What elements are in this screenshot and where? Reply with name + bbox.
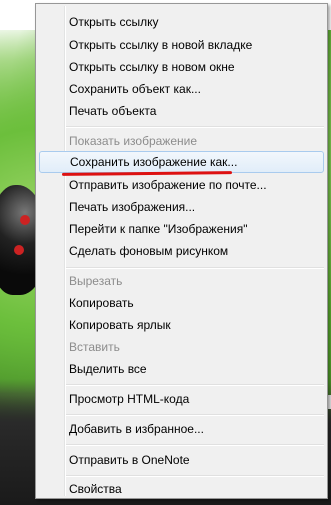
menu-item-copy-shortcut[interactable]: Копировать ярлык xyxy=(39,314,324,336)
menu-item-view-source[interactable]: Просмотр HTML-кода xyxy=(39,388,324,410)
menu-item-save-picture-as[interactable]: Сохранить изображение как... xyxy=(39,151,324,173)
menu-item-show-picture: Показать изображение xyxy=(69,134,198,148)
menu-item-open-link-new-window[interactable]: Открыть ссылку в новом окне xyxy=(39,56,324,78)
menu-separator xyxy=(66,414,324,416)
context-menu: Открыть ссылку Открыть ссылку в новой вк… xyxy=(35,3,328,499)
menu-item-send-to-onenote[interactable]: Отправить в OneNote xyxy=(39,449,324,471)
menu-item-print-picture[interactable]: Печать изображения... xyxy=(39,196,324,218)
menu-item-copy[interactable]: Копировать xyxy=(39,292,324,314)
menu-item-open-link[interactable]: Открыть ссылку xyxy=(39,11,324,33)
menu-item-print-target[interactable]: Печать объекта xyxy=(39,100,324,122)
menu-item-email-picture[interactable]: Отправить изображение по почте... xyxy=(39,174,324,196)
menu-item-open-link-new-tab[interactable]: Открыть ссылку в новой вкладке xyxy=(39,34,324,56)
menu-item-set-as-background[interactable]: Сделать фоновым рисунком xyxy=(39,240,324,262)
menu-item-save-target-as[interactable]: Сохранить объект как... xyxy=(39,78,324,100)
menu-item-select-all[interactable]: Выделить все xyxy=(39,358,324,380)
menu-separator xyxy=(66,126,324,128)
menu-item-add-to-favorites[interactable]: Добавить в избранное... xyxy=(39,418,324,440)
menu-item-cut: Вырезать xyxy=(69,274,123,288)
menu-separator xyxy=(66,384,324,386)
menu-separator xyxy=(66,444,324,446)
menu-separator xyxy=(66,267,324,269)
menu-separator xyxy=(66,475,324,477)
menu-item-go-to-pictures[interactable]: Перейти к папке "Изображения" xyxy=(39,218,324,240)
menu-item-properties[interactable]: Свойства xyxy=(39,478,324,500)
menu-item-paste: Вставить xyxy=(69,340,120,354)
